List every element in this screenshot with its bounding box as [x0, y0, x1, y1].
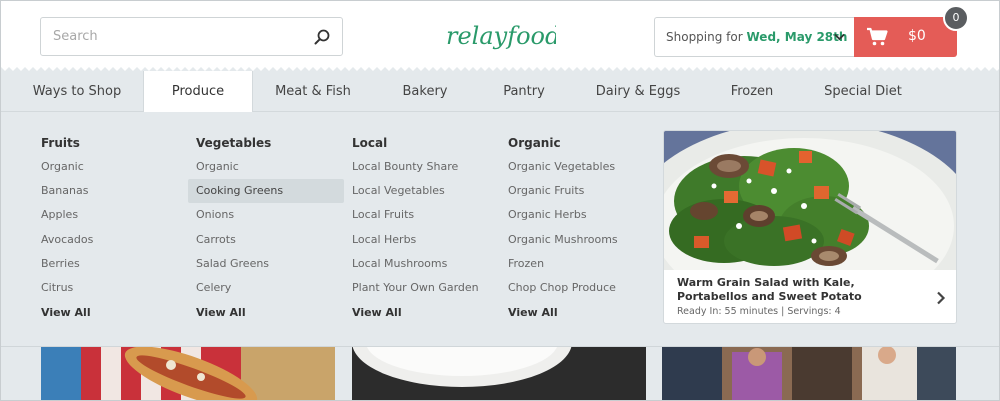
promo-image-people[interactable]	[662, 347, 956, 401]
chevron-right-icon[interactable]	[936, 291, 946, 305]
menu-item[interactable]: Onions	[188, 203, 344, 227]
menu-item[interactable]: Frozen	[500, 252, 656, 276]
column-heading[interactable]: Organic	[508, 136, 561, 150]
menu-item[interactable]: Organic	[188, 155, 344, 179]
column-heading[interactable]: Fruits	[41, 136, 80, 150]
tab-dairy-eggs[interactable]: Dairy & Eggs	[588, 71, 688, 112]
column-heading[interactable]: Vegetables	[196, 136, 271, 150]
promo-image-milk[interactable]	[352, 347, 646, 401]
view-all-link[interactable]: View All	[352, 306, 402, 319]
shopping-cart-icon	[867, 27, 888, 46]
page: relayfoods Shopping for Wed, May 28th $0…	[0, 0, 1000, 401]
tab-frozen[interactable]: Frozen	[712, 71, 792, 112]
tab-meat-fish[interactable]: Meat & Fish	[263, 71, 363, 112]
menu-item[interactable]: Bananas	[33, 179, 189, 203]
menu-item[interactable]: Celery	[188, 276, 344, 300]
tab-bakery[interactable]: Bakery	[385, 71, 465, 112]
search-box[interactable]	[40, 17, 343, 56]
site-header: relayfoods Shopping for Wed, May 28th $0…	[1, 1, 999, 73]
menu-item[interactable]: Local Bounty Share	[344, 155, 500, 179]
relayfoods-logo[interactable]: relayfoods	[444, 17, 556, 57]
tab-produce[interactable]: Produce	[143, 71, 253, 113]
category-nav: Ways to Shop Produce Meat & Fish Bakery …	[1, 71, 999, 113]
tab-ways-to-shop[interactable]: Ways to Shop	[17, 71, 137, 112]
logo-text: relayfoods	[446, 22, 556, 50]
cart-button[interactable]: $0	[854, 17, 957, 57]
promo-image-hotdog[interactable]	[41, 347, 335, 401]
shopping-for-label: Shopping for	[666, 30, 743, 44]
menu-item[interactable]: Local Vegetables	[344, 179, 500, 203]
menu-item[interactable]: Local Herbs	[344, 228, 500, 252]
recipe-photo	[664, 131, 956, 270]
search-icon[interactable]	[312, 27, 332, 47]
menu-item[interactable]: Organic	[33, 155, 189, 179]
menu-item[interactable]: Citrus	[33, 276, 189, 300]
search-input[interactable]	[41, 18, 301, 55]
view-all-link[interactable]: View All	[196, 306, 246, 319]
menu-item[interactable]: Apples	[33, 203, 189, 227]
menu-item[interactable]: Berries	[33, 252, 189, 276]
menu-item[interactable]: Organic Fruits	[500, 179, 656, 203]
produce-mega-menu: Fruits Organic Bananas Apples Avocados B…	[1, 112, 999, 347]
menu-item[interactable]: Local Fruits	[344, 203, 500, 227]
view-all-link[interactable]: View All	[41, 306, 91, 319]
menu-item[interactable]: Salad Greens	[188, 252, 344, 276]
delivery-date: Wed, May 28th	[746, 30, 848, 44]
menu-item[interactable]: Organic Vegetables	[500, 155, 656, 179]
cart-count-badge: 0	[943, 5, 969, 31]
menu-item[interactable]: Organic Mushrooms	[500, 228, 656, 252]
menu-item-highlighted[interactable]: Cooking Greens	[188, 179, 344, 203]
recipe-meta: Ready In: 55 minutes | Servings: 4	[677, 306, 841, 317]
menu-item[interactable]: Avocados	[33, 228, 189, 252]
menu-item[interactable]: Chop Chop Produce	[500, 276, 656, 300]
tab-pantry[interactable]: Pantry	[484, 71, 564, 112]
recipe-title[interactable]: Warm Grain Salad with Kale, Portabellos …	[677, 276, 927, 304]
column-heading[interactable]: Local	[352, 136, 387, 150]
menu-item[interactable]: Carrots	[188, 228, 344, 252]
featured-recipe-card[interactable]: Warm Grain Salad with Kale, Portabellos …	[663, 130, 957, 324]
view-all-link[interactable]: View All	[508, 306, 558, 319]
menu-item[interactable]: Organic Herbs	[500, 203, 656, 227]
menu-item[interactable]: Local Mushrooms	[344, 252, 500, 276]
menu-item[interactable]: Plant Your Own Garden	[344, 276, 500, 300]
chevron-down-icon	[834, 33, 845, 41]
cart-total: $0	[908, 28, 926, 44]
tab-special-diet[interactable]: Special Diet	[813, 71, 913, 112]
delivery-date-select[interactable]: Shopping for Wed, May 28th	[654, 17, 854, 57]
